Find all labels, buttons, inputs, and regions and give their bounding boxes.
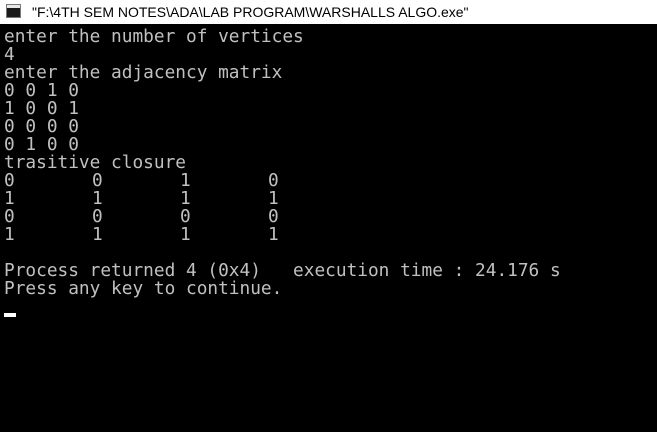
window-title: "F:\4TH SEM NOTES\ADA\LAB PROGRAM\WARSHA…: [32, 4, 469, 20]
title-bar[interactable]: "F:\4TH SEM NOTES\ADA\LAB PROGRAM\WARSHA…: [0, 0, 657, 24]
console-output[interactable]: enter the number of vertices 4 enter the…: [0, 24, 657, 432]
closure-cell: 1: [180, 224, 191, 245]
prompt-vertices: enter the number of vertices: [4, 26, 304, 47]
text-cursor: [4, 313, 16, 317]
closure-cell: 1: [4, 224, 15, 245]
closure-cell: 1: [92, 224, 103, 245]
console-window: "F:\4TH SEM NOTES\ADA\LAB PROGRAM\WARSHA…: [0, 0, 657, 432]
console-app-icon[interactable]: [6, 4, 21, 18]
closure-cell: 1: [268, 224, 279, 245]
press-any-key-line: Press any key to continue.: [4, 278, 283, 299]
